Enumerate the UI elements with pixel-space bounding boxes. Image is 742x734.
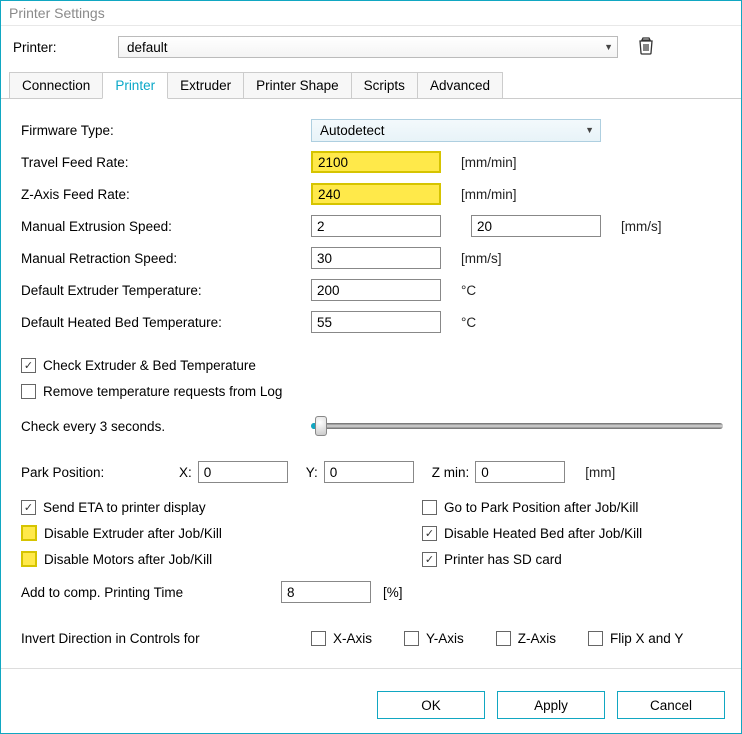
tab-scripts[interactable]: Scripts [351,72,418,99]
dialog-button-bar: OK Apply Cancel [1,677,741,733]
travel-feed-label: Travel Feed Rate: [21,155,311,170]
travel-feed-input[interactable] [311,151,441,173]
check-temp-checkbox[interactable]: ✓ [21,358,36,373]
slider-track [311,423,723,429]
apply-button[interactable]: Apply [497,691,605,719]
send-eta-checkbox[interactable]: ✓ [21,500,36,515]
addcomp-unit: [%] [383,585,403,600]
cancel-button[interactable]: Cancel [617,691,725,719]
disable-motors-checkbox[interactable] [21,551,37,567]
printer-dropdown-value: default [127,40,168,55]
firmware-type-select[interactable]: Autodetect ▼ [311,119,601,142]
trash-icon [638,37,654,55]
bed-temp-unit: °C [461,315,476,330]
gotopark-label: Go to Park Position after Job/Kill [444,500,638,515]
park-zmin-label: Z min: [432,465,470,480]
flip-xy-label: Flip X and Y [610,631,683,646]
window-title: Printer Settings [1,1,741,26]
check-every-label: Check every 3 seconds. [21,419,311,434]
disable-extruder-label: Disable Extruder after Job/Kill [44,526,222,541]
disable-bed-label: Disable Heated Bed after Job/Kill [444,526,642,541]
flip-xy-checkbox[interactable] [588,631,603,646]
addcomp-label: Add to comp. Printing Time [21,585,281,600]
retraction-speed-label: Manual Retraction Speed: [21,251,311,266]
tab-printer-shape[interactable]: Printer Shape [243,72,352,99]
remove-log-label: Remove temperature requests from Log [43,384,282,399]
has-sd-checkbox[interactable]: ✓ [422,552,437,567]
disable-extruder-checkbox[interactable] [21,525,37,541]
invert-y-label: Y-Axis [426,631,464,646]
travel-feed-unit: [mm/min] [461,155,517,170]
park-y-label: Y: [306,465,318,480]
invert-label: Invert Direction in Controls for [21,631,311,646]
z-feed-label: Z-Axis Feed Rate: [21,187,311,202]
printer-tab-panel: Firmware Type: Autodetect ▼ Travel Feed … [1,100,741,677]
z-feed-unit: [mm/min] [461,187,517,202]
disable-bed-checkbox[interactable]: ✓ [422,526,437,541]
bed-temp-input[interactable] [311,311,441,333]
extrusion-speed-unit: [mm/s] [621,219,662,234]
retraction-speed-unit: [mm/s] [461,251,502,266]
retraction-speed-input[interactable] [311,247,441,269]
addcomp-input[interactable] [281,581,371,603]
has-sd-label: Printer has SD card [444,552,562,567]
check-temp-label: Check Extruder & Bed Temperature [43,358,256,373]
check-every-slider[interactable] [311,416,723,436]
ok-button[interactable]: OK [377,691,485,719]
tab-connection[interactable]: Connection [9,72,103,99]
ext-temp-label: Default Extruder Temperature: [21,283,311,298]
printer-settings-window: Printer Settings Printer: default ▼ Conn… [0,0,742,734]
firmware-type-value: Autodetect [320,123,385,138]
invert-z-label: Z-Axis [518,631,556,646]
send-eta-label: Send ETA to printer display [43,500,206,515]
invert-z-checkbox[interactable] [496,631,511,646]
extrusion-speed-label: Manual Extrusion Speed: [21,219,311,234]
park-y-input[interactable] [324,461,414,483]
tab-bar: Connection Printer Extruder Printer Shap… [1,72,741,100]
ext-temp-unit: °C [461,283,476,298]
extrusion-speed-input-2[interactable] [471,215,601,237]
chevron-down-icon: ▼ [585,125,594,135]
park-position-label: Park Position: [21,465,179,480]
ext-temp-input[interactable] [311,279,441,301]
remove-log-checkbox[interactable] [21,384,36,399]
z-feed-input[interactable] [311,183,441,205]
printer-selector-row: Printer: default ▼ [1,26,741,68]
park-x-input[interactable] [198,461,288,483]
tab-advanced[interactable]: Advanced [417,72,503,99]
park-unit: [mm] [585,465,615,480]
slider-thumb[interactable] [315,416,327,436]
invert-x-label: X-Axis [333,631,372,646]
invert-y-checkbox[interactable] [404,631,419,646]
invert-x-checkbox[interactable] [311,631,326,646]
tab-printer[interactable]: Printer [102,72,168,99]
park-zmin-input[interactable] [475,461,565,483]
gotopark-checkbox[interactable] [422,500,437,515]
park-x-label: X: [179,465,192,480]
chevron-down-icon: ▼ [604,42,613,52]
printer-dropdown[interactable]: default ▼ [118,36,618,58]
bed-temp-label: Default Heated Bed Temperature: [21,315,311,330]
delete-printer-button[interactable] [638,37,654,58]
disable-motors-label: Disable Motors after Job/Kill [44,552,212,567]
printer-label: Printer: [13,40,108,55]
extrusion-speed-input-1[interactable] [311,215,441,237]
firmware-type-label: Firmware Type: [21,123,311,138]
tab-extruder[interactable]: Extruder [167,72,244,99]
